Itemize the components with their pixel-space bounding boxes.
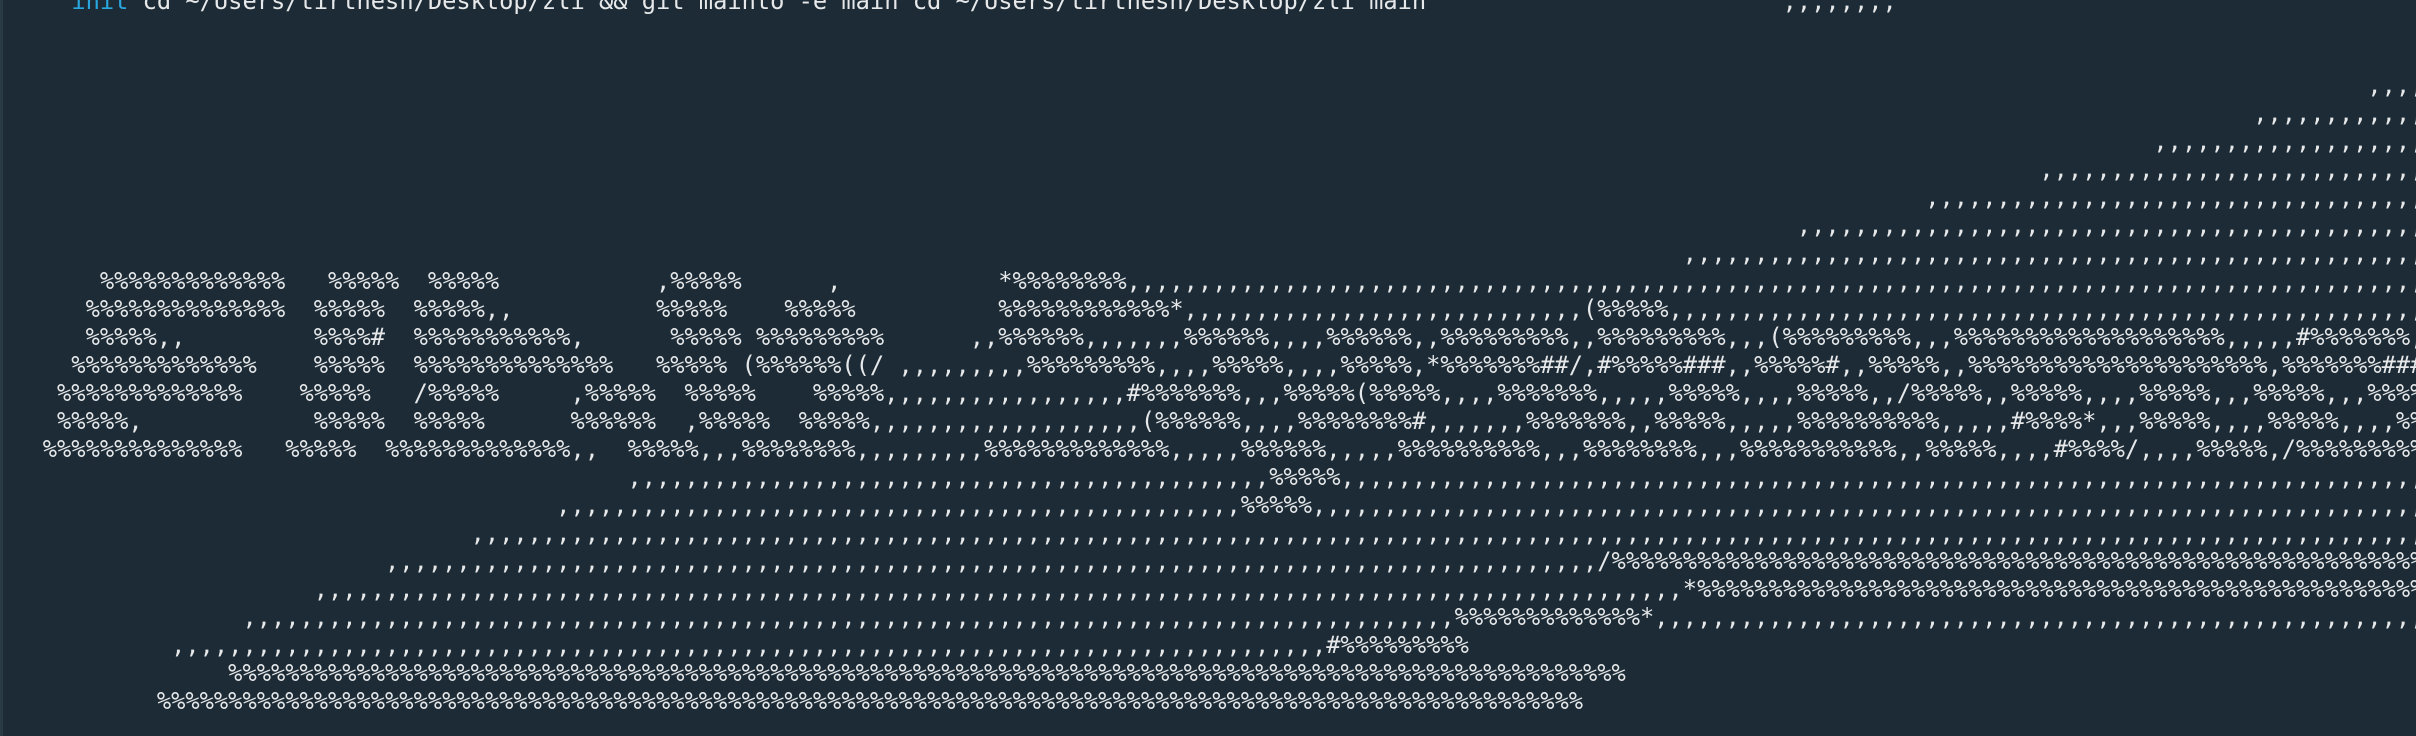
ascii-art-line: %%%%%, %%%%% %%%%% %%%%%% ,%%%%% %%%%%,,…: [0, 407, 2416, 435]
ascii-art-line: ,,,,,,,,,,,,,,,,,,,,,,,,,,,,,,,,,,,,,,,,…: [0, 491, 2416, 519]
command-text: cd ~/Users/tirthesh/Desktop/zli && git m…: [128, 0, 1427, 15]
ascii-art-banner: ,,,,,,,,,,,,,,,,, ,,,,,,,,,,,,,,,, ,,,,,…: [0, 15, 2416, 715]
ascii-art-line: ,,,,,,,,,,,,,,,,,,,,,,,,,,,,,,,,,,,: [2367, 71, 2416, 99]
ascii-art-line: ,,,,,,,,,,,,,,,,,,,,,,,,,,,,,,,,,,,,,,,,…: [0, 631, 1469, 659]
command-keyword: init: [71, 0, 129, 15]
ascii-art-line: ,,,,,,,,,,,,,,,,,,,,,,,,,,: [0, 43, 2416, 71]
ascii-art-line: %%%%%%%%%%%%% %%%%% %%%%% ,%%%%% , *%%%%…: [0, 267, 2416, 295]
ascii-art-line: %%%%%,, %%%%# %%%%%%%%%%%, %%%%% %%%%%%%…: [0, 323, 2416, 351]
ascii-art-line: ,,,,,,,,,,,,,,,,,,,,,,,,,,,,,,,,,,,,,,,,…: [1925, 183, 2416, 211]
ascii-art-line: ,,,,,,,,,,,,,,,,,,,,,,,,,,,,,,,,,,,,,,,,…: [0, 463, 2416, 491]
terminal-window[interactable]: init cd ~/Users/tirthesh/Desktop/zli && …: [0, 0, 2416, 736]
ascii-art-line: ,,,,,,,,,,,,,,,,,,,,,,,,,,,,,,,,,,,,,,,,…: [2253, 99, 2416, 127]
ascii-art-line: ,,,,,,,,,,,,,,,,,,,,,,,,,,,,,,,,,,,,,,,,…: [0, 603, 2416, 631]
terminal-output: init cd ~/Users/tirthesh/Desktop/zli && …: [0, 0, 2416, 715]
ascii-art-line: %%%%%%%%%%%%%% %%%%% %%%%%,, %%%%% %%%%%…: [0, 295, 2416, 323]
ascii-art-line: %%%%%%%%%%%%% %%%%% /%%%%% ,%%%%% %%%%% …: [0, 379, 2416, 407]
ascii-art-line: ,,,,,,,,,,,,,,,,,,,,,,,,,,,,,,,,,,,,,,,,…: [0, 575, 2416, 603]
ascii-art-line: %%%%%%%%%%%%%%%%%%%%%%%%%%%%%%%%%%%%%%%%…: [0, 659, 1626, 687]
ascii-art-line: ,,,,,,,,,,,,,,,,,,,,,,,,,,,,,,,,,,,,,,,,…: [0, 519, 2416, 547]
ascii-art-line: ,,,,,,,,,,,,,,,,,,,,,,,,,,,,,,,,,,,,,,,,…: [1796, 211, 2416, 239]
ascii-art-line: ,,,,,,,,,,,,,,,,,,,,,,,,,,,,,,,,,,,,,,,,…: [2039, 155, 2416, 183]
terminal-command-line: init cd ~/Users/tirthesh/Desktop/zli && …: [0, 0, 2416, 15]
ascii-art-line: %%%%%%%%%%%%%% %%%%% %%%%%%%%%%%%%,, %%%…: [0, 435, 2416, 463]
ascii-art-line: %%%%%%%%%%%%% %%%%% %%%%%%%%%%%%%% %%%%%…: [0, 351, 2416, 379]
prompt-indent: [0, 0, 71, 15]
ascii-art-line: ,,,,,,,,,,,,,,,,,,,,,,,,,,,,,,,,,,,,,,,,…: [2153, 127, 2416, 155]
ascii-art-line: %%%%%%%%%%%%%%%%%%%%%%%%%%%%%%%%%%%%%%%%…: [0, 687, 1583, 715]
ascii-art-line: ,,,,,,,,,,,,,,,,,: [0, 15, 2416, 43]
ascii-art-line: ,,,,,,,,,,,,,,,,,,,,,,,,,,,,,,,,,,,,,,,,…: [1682, 239, 2416, 267]
command-tail: ,,,,,,,,: [1426, 0, 1897, 15]
ascii-art-line: ,,,,,,,,,,,,,,,,,,,,,,,,,,,,,,,,,,,,,,,,…: [0, 547, 2416, 575]
